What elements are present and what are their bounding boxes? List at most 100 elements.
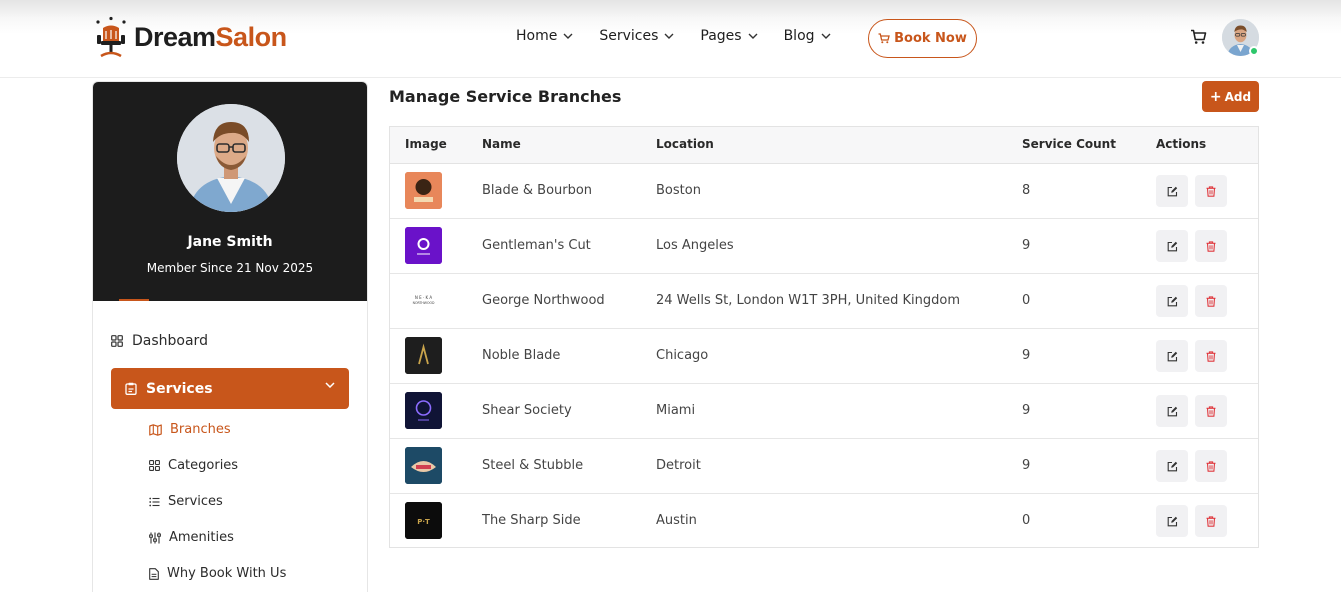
list-icon [149, 497, 160, 506]
chevron-down-icon [821, 33, 831, 39]
sidebar-item-services[interactable]: Services [111, 368, 349, 409]
delete-button[interactable] [1195, 450, 1227, 482]
edit-button[interactable] [1156, 450, 1188, 482]
edit-button[interactable] [1156, 340, 1188, 372]
member-since: Member Since 21 Nov 2025 [146, 261, 314, 275]
delete-button[interactable] [1195, 285, 1227, 317]
table-row: Gentleman's Cut Los Angeles 9 [390, 219, 1258, 274]
branch-name: Blade & Bourbon [482, 183, 593, 198]
edit-button[interactable] [1156, 230, 1188, 262]
sidebar-item-dashboard[interactable]: Dashboard [111, 333, 208, 349]
nav-blog-label: Blog [783, 28, 815, 44]
trash-icon [1206, 292, 1216, 311]
sidebar-subitem-why-book[interactable]: Why Book With Us [149, 566, 286, 581]
column-header-name: Name [482, 137, 521, 151]
plus-icon: + [1209, 88, 1222, 105]
table-row: Shear Society Miami 9 [390, 384, 1258, 439]
barber-chair-logo-icon [92, 16, 130, 58]
clipboard-icon [125, 382, 137, 395]
add-button-label: Add [1224, 89, 1252, 104]
sliders-icon [149, 532, 161, 543]
site-header: DreamSalon Home Services Pages Blog Book… [0, 0, 1341, 78]
column-header-service-count: Service Count [1022, 137, 1116, 151]
online-status-indicator [1249, 46, 1259, 56]
main-nav: Home Services Pages Blog [516, 28, 857, 44]
delete-button[interactable] [1195, 230, 1227, 262]
book-now-label: Book Now [894, 31, 967, 46]
sidebar-subitem-services[interactable]: Services [149, 494, 223, 509]
chevron-down-icon [563, 33, 573, 39]
service-count: 0 [1022, 293, 1031, 308]
sidebar-subitem-label: Categories [168, 458, 239, 473]
branch-location: Boston [656, 183, 701, 198]
column-header-location: Location [656, 137, 714, 151]
table-row: P·T The Sharp Side Austin 0 [390, 494, 1258, 549]
nav-pages[interactable]: Pages [700, 28, 758, 44]
svg-text:N E · K A: N E · K A [415, 295, 433, 300]
branch-location: Los Angeles [656, 238, 734, 253]
service-count: 0 [1022, 513, 1031, 528]
sidebar-subitem-branches[interactable]: Branches [149, 422, 231, 437]
edit-button[interactable] [1156, 505, 1188, 537]
edit-button[interactable] [1156, 395, 1188, 427]
nav-home[interactable]: Home [516, 28, 573, 44]
grid-icon [111, 335, 123, 347]
branch-logo-image: N E · K A NORTHWOOD [405, 282, 442, 319]
delete-button[interactable] [1195, 175, 1227, 207]
chevron-down-icon [748, 33, 758, 39]
branch-location: Detroit [656, 458, 701, 473]
cart-icon[interactable] [1190, 29, 1207, 49]
trash-icon [1206, 347, 1216, 366]
edit-icon [1167, 512, 1178, 531]
delete-button[interactable] [1195, 505, 1227, 537]
branches-table: Image Name Location Service Count Action… [389, 126, 1259, 548]
edit-icon [1167, 292, 1178, 311]
profile-name: Jane Smith [187, 234, 273, 250]
branch-logo-image [405, 392, 442, 429]
sidebar-item-label: Dashboard [132, 333, 208, 349]
trash-icon [1206, 237, 1216, 256]
brand-part-1: Dream [134, 21, 216, 52]
service-count: 9 [1022, 238, 1031, 253]
add-branch-button[interactable]: + Add [1202, 81, 1259, 112]
service-count: 9 [1022, 458, 1031, 473]
delete-button[interactable] [1195, 340, 1227, 372]
sidebar-subitem-label: Amenities [169, 530, 234, 545]
branch-logo-image [405, 337, 442, 374]
table-row: Steel & Stubble Detroit 9 [390, 439, 1258, 494]
nav-blog[interactable]: Blog [784, 28, 831, 44]
branch-logo-image [405, 227, 442, 264]
branch-name: Noble Blade [482, 348, 561, 363]
logo[interactable]: DreamSalon [92, 16, 287, 58]
sidebar-item-label: Services [146, 380, 213, 397]
trash-icon [1206, 182, 1216, 201]
nav-services[interactable]: Services [599, 28, 674, 44]
edit-icon [1167, 347, 1178, 366]
edit-icon [1167, 182, 1178, 201]
cart-icon [878, 33, 890, 44]
sidebar-subitem-label: Services [168, 494, 223, 509]
column-header-image: Image [405, 137, 447, 151]
book-now-button[interactable]: Book Now [868, 19, 977, 58]
sidebar-subitem-amenities[interactable]: Amenities [149, 530, 234, 545]
edit-button[interactable] [1156, 285, 1188, 317]
chevron-down-icon [664, 33, 674, 39]
trash-icon [1206, 512, 1216, 531]
brand-part-2: Salon [215, 21, 288, 52]
svg-text:P·T: P·T [417, 518, 430, 526]
delete-button[interactable] [1195, 395, 1227, 427]
nav-pages-label: Pages [700, 28, 742, 44]
edit-button[interactable] [1156, 175, 1188, 207]
branch-location: Austin [656, 513, 697, 528]
sidebar-subitem-label: Branches [170, 422, 231, 437]
service-count: 8 [1022, 183, 1031, 198]
service-count: 9 [1022, 348, 1031, 363]
chevron-down-icon [325, 382, 335, 388]
branch-logo-image: P·T [405, 502, 442, 539]
branch-location: Miami [656, 403, 696, 418]
edit-icon [1167, 402, 1178, 421]
brand-name: DreamSalon [134, 22, 287, 53]
branch-logo-image [405, 172, 442, 209]
sidebar-subitem-categories[interactable]: Categories [149, 458, 238, 473]
edit-icon [1167, 237, 1178, 256]
